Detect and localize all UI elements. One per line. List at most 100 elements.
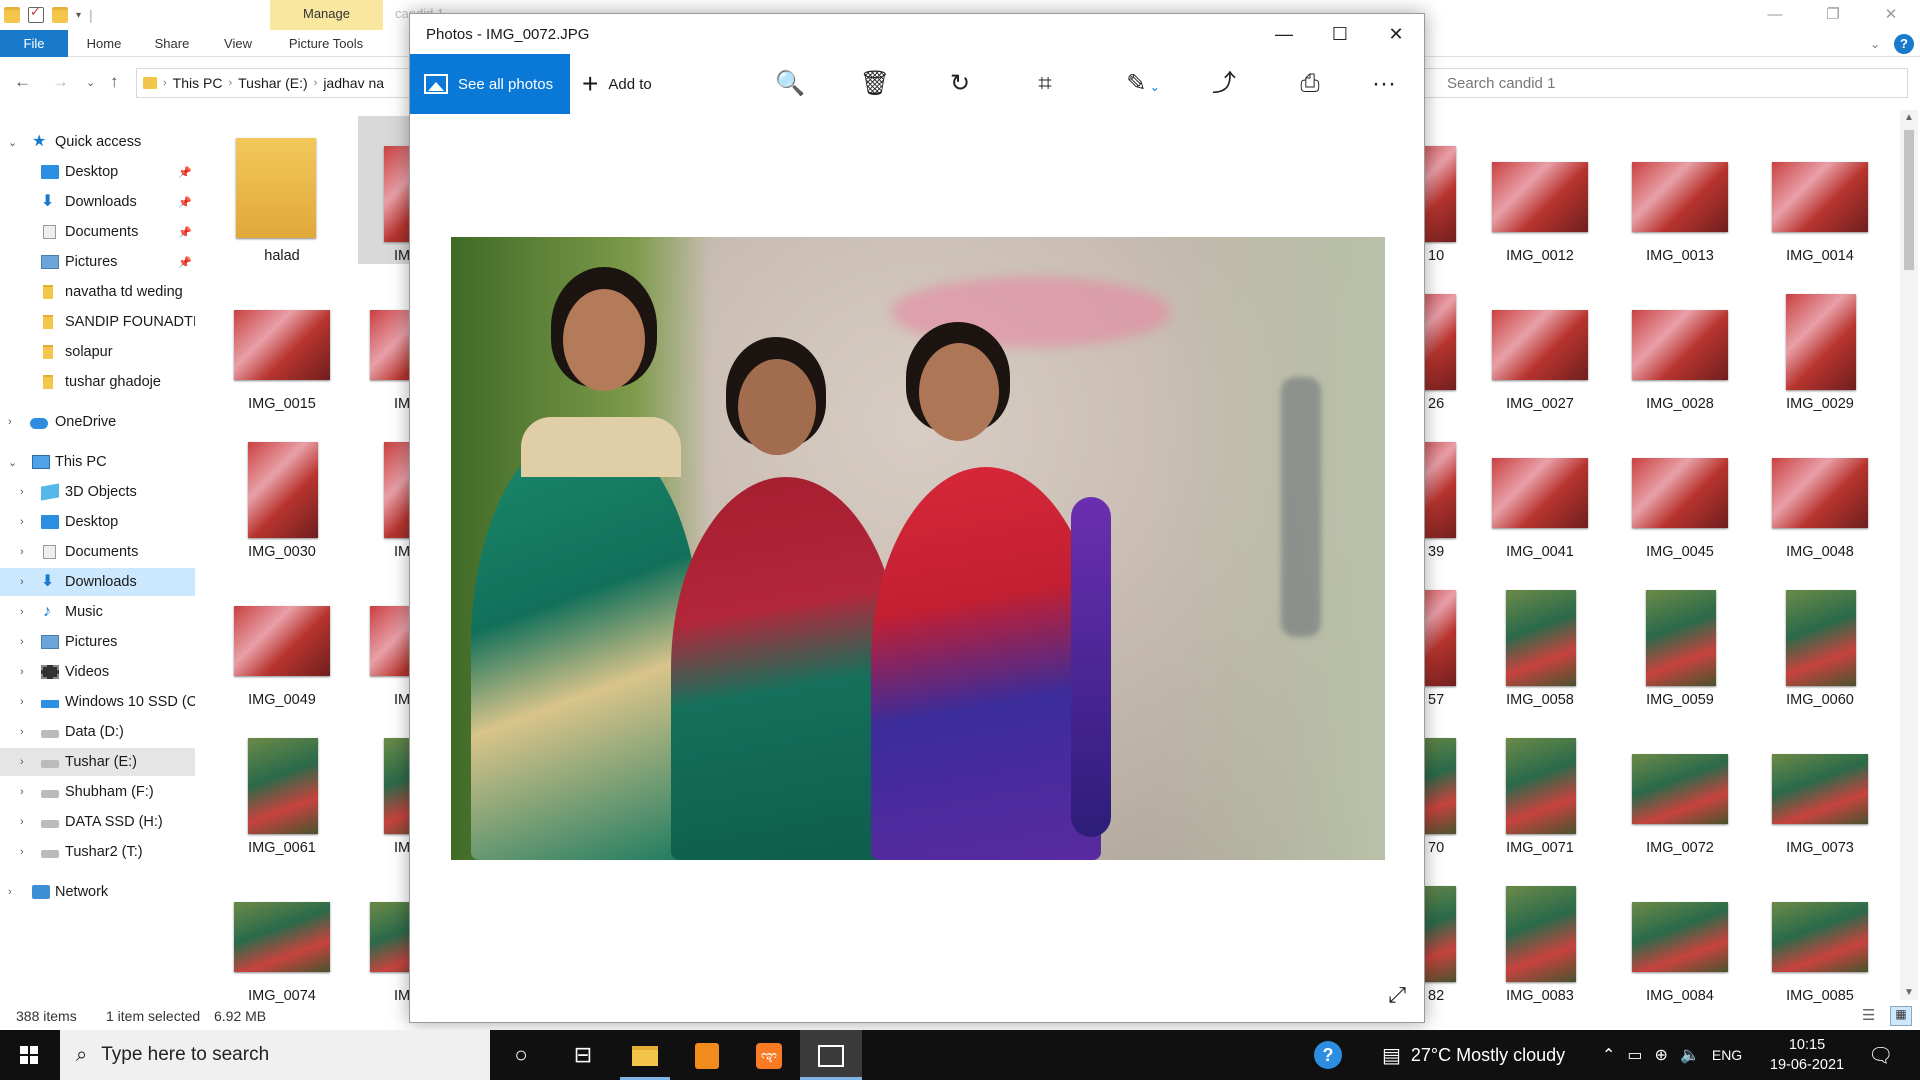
nav-qa-downloads[interactable]: ⬇ Downloads 📌 bbox=[0, 188, 195, 216]
zoom-in-icon[interactable]: 🔍 bbox=[772, 66, 808, 102]
edit-enhance-icon[interactable]: ✎ ⌄ bbox=[1118, 66, 1168, 102]
chevron-right-icon[interactable]: › bbox=[20, 546, 24, 558]
file-tile[interactable]: IMG_0030 bbox=[222, 412, 342, 560]
recent-locations-chevron-icon[interactable]: ⌄ bbox=[86, 76, 95, 89]
file-tile[interactable]: IMG_0074 bbox=[222, 856, 342, 1004]
taskbar-search-box[interactable]: ⌕ Type here to search bbox=[60, 1030, 490, 1080]
chevron-up-icon[interactable]: ⌃ bbox=[1602, 1045, 1615, 1065]
chevron-right-icon[interactable]: › bbox=[8, 416, 12, 428]
notifications-icon[interactable]: 🗨 bbox=[1868, 1030, 1893, 1080]
chevron-right-icon[interactable]: › bbox=[20, 786, 24, 798]
scroll-down-icon[interactable]: ▼ bbox=[1904, 987, 1914, 998]
file-tile[interactable]: IMG_0014 bbox=[1760, 116, 1880, 264]
nav-qa-pictures[interactable]: Pictures 📌 bbox=[0, 248, 195, 276]
nav-pc-drive-d[interactable]: › Data (D:) bbox=[0, 718, 195, 746]
tab-home[interactable]: Home bbox=[78, 30, 130, 57]
file-tile[interactable]: IMG_0085 bbox=[1760, 856, 1880, 1004]
print-icon[interactable]: ⎙ bbox=[1292, 66, 1328, 102]
file-tile[interactable]: IMG_0045 bbox=[1620, 412, 1740, 560]
file-tile[interactable]: IMG_0048 bbox=[1760, 412, 1880, 560]
clock[interactable]: 10:15 19-06-2021 bbox=[1752, 1035, 1862, 1075]
nav-pc-downloads[interactable]: › ⬇ Downloads bbox=[0, 568, 195, 596]
scrollbar-thumb[interactable] bbox=[1904, 130, 1914, 270]
file-tile[interactable]: IMG_0083 bbox=[1480, 856, 1600, 1004]
start-button[interactable] bbox=[0, 1030, 60, 1080]
file-tile[interactable]: IMG_0029 bbox=[1760, 264, 1880, 412]
large-icons-view-icon[interactable]: ▦ bbox=[1890, 1006, 1912, 1026]
chevron-down-icon[interactable]: ⌄ bbox=[8, 136, 17, 149]
nav-pc-music[interactable]: › ♪ Music bbox=[0, 598, 195, 626]
nav-pc-drive-e[interactable]: › Tushar (E:) bbox=[0, 748, 195, 776]
help-tray-icon[interactable]: ? bbox=[1314, 1030, 1342, 1080]
chevron-right-icon[interactable]: › bbox=[314, 77, 318, 89]
see-all-photos-button[interactable]: See all photos bbox=[410, 54, 570, 114]
chevron-right-icon[interactable]: › bbox=[20, 516, 24, 528]
customize-qat-chevron-icon[interactable]: ▾ bbox=[76, 10, 81, 21]
new-folder-icon[interactable] bbox=[52, 7, 68, 23]
crop-icon[interactable]: ⌗ bbox=[1027, 66, 1063, 102]
file-tile[interactable]: IMG_0072 bbox=[1620, 708, 1740, 856]
file-tile[interactable]: IMG_0084 bbox=[1620, 856, 1740, 1004]
file-tile[interactable]: IMG_0041 bbox=[1480, 412, 1600, 560]
chevron-right-icon[interactable]: › bbox=[20, 666, 24, 678]
chevron-right-icon[interactable]: › bbox=[20, 576, 24, 588]
nav-pc-drive-h[interactable]: › DATA SSD (H:) bbox=[0, 808, 195, 836]
nav-pc-desktop[interactable]: › Desktop bbox=[0, 508, 195, 536]
chevron-right-icon[interactable]: › bbox=[163, 77, 167, 89]
file-tile[interactable]: IMG_0071 bbox=[1480, 708, 1600, 856]
file-tile[interactable]: IMG_0061 bbox=[222, 708, 342, 856]
maximize-icon[interactable]: ☐ bbox=[1312, 14, 1368, 54]
nav-onedrive[interactable]: › OneDrive bbox=[0, 408, 195, 436]
minimize-icon[interactable]: — bbox=[1256, 14, 1312, 54]
tab-picture-tools[interactable]: Picture Tools bbox=[278, 30, 374, 57]
close-icon[interactable]: ✕ bbox=[1862, 0, 1920, 30]
nav-pc-videos[interactable]: › Videos bbox=[0, 658, 195, 686]
close-icon[interactable]: ✕ bbox=[1368, 14, 1424, 54]
nav-this-pc[interactable]: ⌄ This PC bbox=[0, 448, 195, 476]
file-tile[interactable]: IMG_0012 bbox=[1480, 116, 1600, 264]
manage-context-tab[interactable]: Manage bbox=[270, 0, 383, 30]
weather-widget[interactable]: ▤ 27°C Mostly cloudy bbox=[1382, 1030, 1565, 1080]
chevron-right-icon[interactable]: › bbox=[20, 486, 24, 498]
nav-pc-3d-objects[interactable]: › 3D Objects bbox=[0, 478, 195, 506]
file-tile[interactable]: IMG_0015 bbox=[222, 264, 342, 412]
file-tile[interactable]: IMG_0060 bbox=[1760, 560, 1880, 708]
chevron-right-icon[interactable]: › bbox=[20, 636, 24, 648]
file-tile[interactable]: IMG_0027 bbox=[1480, 264, 1600, 412]
sublime-text-icon[interactable] bbox=[676, 1030, 738, 1080]
nav-quick-access[interactable]: ⌄ ★ Quick access bbox=[0, 128, 195, 156]
vertical-scrollbar[interactable]: ▲ ▼ bbox=[1900, 110, 1918, 1000]
breadcrumb-this-pc[interactable]: This PC bbox=[173, 75, 223, 91]
nav-qa-folder[interactable]: solapur bbox=[0, 338, 195, 366]
file-tile[interactable]: IMG_0049 bbox=[222, 560, 342, 708]
details-view-icon[interactable]: ☰ bbox=[1862, 1006, 1875, 1024]
chevron-right-icon[interactable]: › bbox=[20, 756, 24, 768]
chevron-right-icon[interactable]: › bbox=[20, 726, 24, 738]
up-arrow-icon[interactable]: ↑ bbox=[110, 72, 119, 92]
folder-tile[interactable]: halad bbox=[222, 116, 342, 264]
chevron-right-icon[interactable]: › bbox=[20, 606, 24, 618]
chevron-right-icon[interactable]: › bbox=[8, 886, 12, 898]
nav-qa-documents[interactable]: Documents 📌 bbox=[0, 218, 195, 246]
add-to-button[interactable]: + Add to bbox=[582, 54, 652, 114]
breadcrumb-folder[interactable]: jadhav na bbox=[323, 75, 384, 91]
minimize-icon[interactable]: — bbox=[1746, 0, 1804, 30]
file-tile[interactable]: IMG_0073 bbox=[1760, 708, 1880, 856]
chevron-down-icon[interactable]: ⌄ bbox=[8, 456, 17, 469]
chevron-right-icon[interactable]: › bbox=[20, 846, 24, 858]
file-tile[interactable]: IMG_0013 bbox=[1620, 116, 1740, 264]
breadcrumb-drive[interactable]: Tushar (E:) bbox=[238, 75, 308, 91]
nav-qa-folder[interactable]: tushar ghadoje bbox=[0, 368, 195, 396]
task-view-icon[interactable]: ⊟ bbox=[552, 1030, 614, 1080]
nav-pc-drive-c[interactable]: › Windows 10 SSD (C bbox=[0, 688, 195, 716]
expand-ribbon-chevron-icon[interactable]: ⌄ bbox=[1870, 37, 1880, 51]
chevron-down-icon[interactable]: ⌄ bbox=[1146, 80, 1160, 94]
battery-icon[interactable]: ▭ bbox=[1627, 1045, 1642, 1065]
trash-icon[interactable]: 🗑 bbox=[857, 66, 893, 102]
file-explorer-taskbar-icon[interactable] bbox=[614, 1030, 676, 1080]
file-tile[interactable]: IMG_0058 bbox=[1480, 560, 1600, 708]
chevron-right-icon[interactable]: › bbox=[20, 816, 24, 828]
nav-network[interactable]: › Network bbox=[0, 878, 195, 906]
speaker-icon[interactable]: 🔈 bbox=[1680, 1045, 1700, 1065]
file-tile[interactable]: IMG_0028 bbox=[1620, 264, 1740, 412]
